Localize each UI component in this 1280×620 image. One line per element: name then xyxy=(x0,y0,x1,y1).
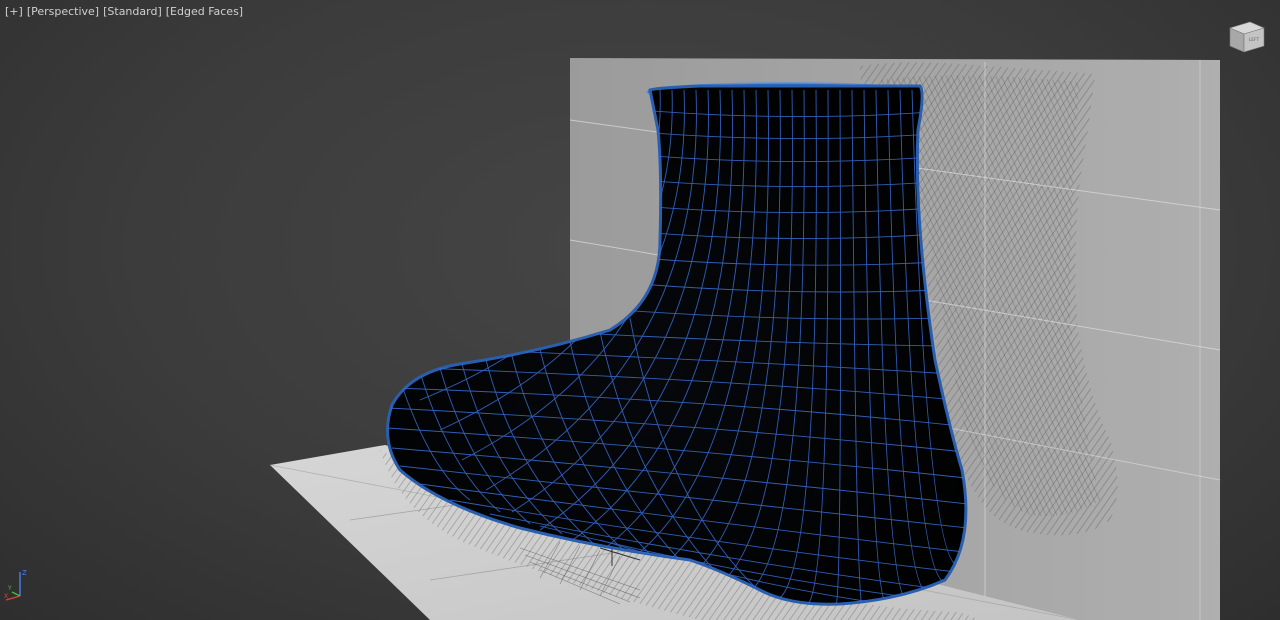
y-axis-line xyxy=(11,591,21,597)
axis-tripod: Z X Y xyxy=(4,569,27,601)
scene-canvas[interactable] xyxy=(0,0,1280,620)
viewport-plus-menu[interactable]: [+] xyxy=(4,5,24,18)
y-axis-label: Y xyxy=(7,585,12,592)
viewport-point-of-view-menu[interactable]: [Perspective] xyxy=(26,5,100,18)
viewport-label-menu: [+] [Perspective] [Standard] [Edged Face… xyxy=(4,5,244,18)
viewcube[interactable]: LEFT xyxy=(1228,20,1266,54)
viewcube-face-label: LEFT xyxy=(1249,37,1260,43)
x-axis-label: X xyxy=(4,593,8,600)
perspective-viewport[interactable]: [+] [Perspective] [Standard] [Edged Face… xyxy=(0,0,1280,620)
viewport-shading-mode-menu[interactable]: [Standard] xyxy=(102,5,163,18)
viewport-display-mode-menu[interactable]: [Edged Faces] xyxy=(165,5,244,18)
z-axis-label: Z xyxy=(22,569,27,577)
